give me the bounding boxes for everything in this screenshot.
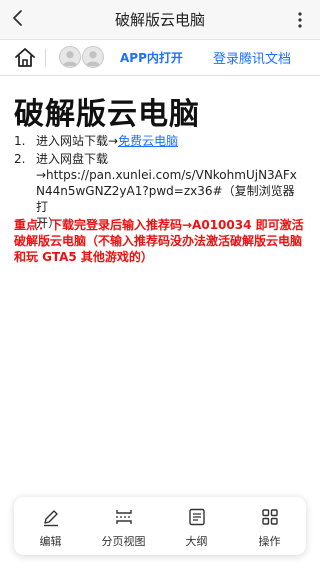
top-nav-bar: 破解版云电脑 xyxy=(0,0,320,40)
list-item: 1. 进入网站下载→免费云电脑 xyxy=(14,133,314,149)
outline-button[interactable]: 大纲 xyxy=(160,497,233,555)
highlight-notice: 重点：下载完登录后输入推荐码→A010034 即可激活破解版云电脑（不输入推荐码… xyxy=(14,218,304,264)
home-icon[interactable] xyxy=(13,46,37,70)
list-number: 2. xyxy=(14,152,26,166)
chevron-left-icon[interactable] xyxy=(6,6,30,30)
user-avatar-icon[interactable] xyxy=(59,46,81,68)
list-number: 1. xyxy=(14,134,26,148)
download-url-text: →https://pan.xunlei.com/s/VNkohmUjN3AFx xyxy=(36,168,297,182)
list-text-label: 进入网站下载→ xyxy=(36,134,119,148)
toolbar-label: 操作 xyxy=(258,535,281,548)
toolbar-label: 编辑 xyxy=(39,535,62,548)
divider xyxy=(45,49,46,67)
login-tencent-docs-link[interactable]: 登录腾讯文档 xyxy=(213,48,291,67)
page-view-button[interactable]: 分页视图 xyxy=(87,497,160,555)
bottom-toolbar: 编辑 分页视图 大纲 操作 xyxy=(14,497,306,555)
more-vertical-icon[interactable] xyxy=(288,8,312,32)
free-cloud-pc-link[interactable]: 免费云电脑 xyxy=(118,134,178,148)
toolbar-label: 分页视图 xyxy=(101,535,146,548)
page-view-icon xyxy=(115,510,132,524)
document-title: 破解版云电脑 xyxy=(14,97,200,132)
page-title: 破解版云电脑 xyxy=(114,11,205,29)
edit-button[interactable]: 编辑 xyxy=(14,497,87,555)
grid-icon xyxy=(261,509,278,525)
toolbar-label: 大纲 xyxy=(185,535,208,548)
list-text-line: 进入网盘下载 xyxy=(36,152,109,166)
doc-header-bar: APP内打开 登录腾讯文档 xyxy=(0,40,320,76)
list-item: 2. 进入网盘下载 →https://pan.xunlei.com/s/VNko… xyxy=(14,151,314,230)
list-text: 进入网站下载→免费云电脑 xyxy=(36,133,306,149)
pencil-icon xyxy=(43,510,58,527)
open-in-app-button[interactable]: APP内打开 xyxy=(120,49,183,66)
download-url-text: N44n5wGNZ2yA1?pwd=zx36#（复制浏览器打 xyxy=(36,184,295,214)
user-avatar-icon[interactable] xyxy=(82,46,104,68)
outline-icon xyxy=(188,508,205,526)
actions-button[interactable]: 操作 xyxy=(233,497,306,555)
